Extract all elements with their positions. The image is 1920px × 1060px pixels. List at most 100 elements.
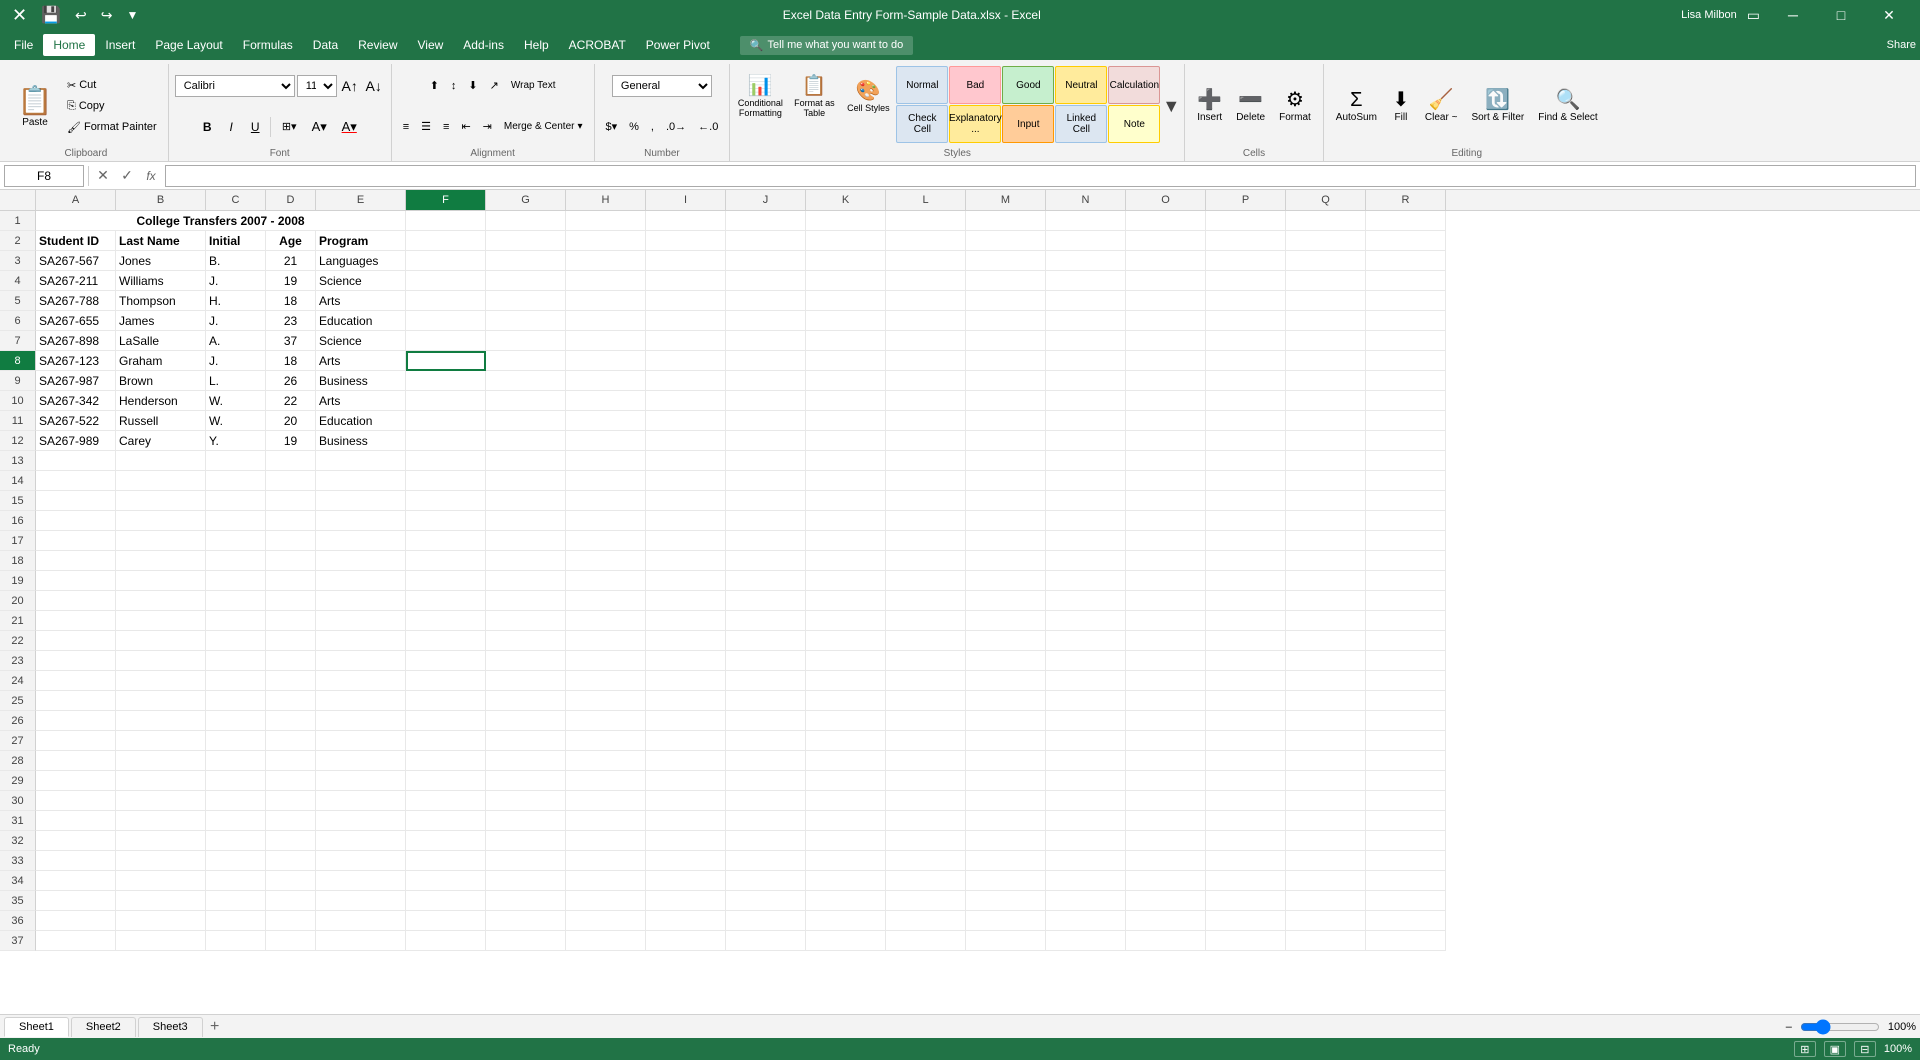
- cell-q34[interactable]: [1286, 871, 1366, 891]
- cell-f3[interactable]: [406, 251, 486, 271]
- cell-k3[interactable]: [806, 251, 886, 271]
- underline-button[interactable]: U: [244, 116, 266, 138]
- cell-i1[interactable]: [646, 211, 726, 231]
- cell-m33[interactable]: [966, 851, 1046, 871]
- cell-m28[interactable]: [966, 751, 1046, 771]
- cell-d22[interactable]: [266, 631, 316, 651]
- cell-d36[interactable]: [266, 911, 316, 931]
- col-header-d[interactable]: D: [266, 190, 316, 210]
- cell-r12[interactable]: [1366, 431, 1446, 451]
- cell-i14[interactable]: [646, 471, 726, 491]
- cell-c27[interactable]: [206, 731, 266, 751]
- cell-l28[interactable]: [886, 751, 966, 771]
- cell-d27[interactable]: [266, 731, 316, 751]
- cell-c22[interactable]: [206, 631, 266, 651]
- cell-j14[interactable]: [726, 471, 806, 491]
- style-neutral-button[interactable]: Neutral: [1055, 66, 1107, 104]
- cell-o25[interactable]: [1126, 691, 1206, 711]
- cell-g33[interactable]: [486, 851, 566, 871]
- cell-j28[interactable]: [726, 751, 806, 771]
- conditional-formatting-button[interactable]: 📊 Conditional Formatting: [734, 66, 786, 124]
- cell-h19[interactable]: [566, 571, 646, 591]
- cell-r27[interactable]: [1366, 731, 1446, 751]
- cell-o5[interactable]: [1126, 291, 1206, 311]
- style-good-button[interactable]: Good: [1002, 66, 1054, 104]
- cell-n15[interactable]: [1046, 491, 1126, 511]
- insert-button[interactable]: ➕ Insert: [1191, 80, 1228, 132]
- cell-i27[interactable]: [646, 731, 726, 751]
- cell-a18[interactable]: [36, 551, 116, 571]
- col-header-k[interactable]: K: [806, 190, 886, 210]
- cell-l3[interactable]: [886, 251, 966, 271]
- cell-m16[interactable]: [966, 511, 1046, 531]
- cell-i13[interactable]: [646, 451, 726, 471]
- col-header-i[interactable]: I: [646, 190, 726, 210]
- cell-l24[interactable]: [886, 671, 966, 691]
- cell-f34[interactable]: [406, 871, 486, 891]
- cell-m10[interactable]: [966, 391, 1046, 411]
- cell-d30[interactable]: [266, 791, 316, 811]
- cell-m14[interactable]: [966, 471, 1046, 491]
- cell-g6[interactable]: [486, 311, 566, 331]
- cell-p13[interactable]: [1206, 451, 1286, 471]
- cell-k32[interactable]: [806, 831, 886, 851]
- cell-q20[interactable]: [1286, 591, 1366, 611]
- cell-q21[interactable]: [1286, 611, 1366, 631]
- maximize-button[interactable]: □: [1818, 0, 1864, 30]
- cell-o30[interactable]: [1126, 791, 1206, 811]
- cell-k7[interactable]: [806, 331, 886, 351]
- cell-q23[interactable]: [1286, 651, 1366, 671]
- col-header-r[interactable]: R: [1366, 190, 1446, 210]
- cell-n33[interactable]: [1046, 851, 1126, 871]
- cell-p7[interactable]: [1206, 331, 1286, 351]
- row-num-36[interactable]: 36: [0, 911, 36, 931]
- cell-l23[interactable]: [886, 651, 966, 671]
- cell-n6[interactable]: [1046, 311, 1126, 331]
- cell-r14[interactable]: [1366, 471, 1446, 491]
- cell-i11[interactable]: [646, 411, 726, 431]
- cell-g20[interactable]: [486, 591, 566, 611]
- cell-l35[interactable]: [886, 891, 966, 911]
- cell-j23[interactable]: [726, 651, 806, 671]
- cell-d32[interactable]: [266, 831, 316, 851]
- cell-i34[interactable]: [646, 871, 726, 891]
- cell-k34[interactable]: [806, 871, 886, 891]
- cell-b2[interactable]: Last Name: [116, 231, 206, 251]
- cell-d25[interactable]: [266, 691, 316, 711]
- cell-m7[interactable]: [966, 331, 1046, 351]
- cell-e4[interactable]: Science: [316, 271, 406, 291]
- cell-j12[interactable]: [726, 431, 806, 451]
- cell-k36[interactable]: [806, 911, 886, 931]
- cell-a23[interactable]: [36, 651, 116, 671]
- cell-i19[interactable]: [646, 571, 726, 591]
- cell-r21[interactable]: [1366, 611, 1446, 631]
- undo-quick-btn[interactable]: ↩: [71, 7, 91, 24]
- cell-a31[interactable]: [36, 811, 116, 831]
- cell-o13[interactable]: [1126, 451, 1206, 471]
- cell-h24[interactable]: [566, 671, 646, 691]
- cell-i21[interactable]: [646, 611, 726, 631]
- cell-l37[interactable]: [886, 931, 966, 951]
- cell-f35[interactable]: [406, 891, 486, 911]
- cell-m17[interactable]: [966, 531, 1046, 551]
- menu-formulas[interactable]: Formulas: [233, 34, 303, 56]
- cell-i30[interactable]: [646, 791, 726, 811]
- menu-home[interactable]: Home: [43, 34, 95, 56]
- cell-h34[interactable]: [566, 871, 646, 891]
- cell-m21[interactable]: [966, 611, 1046, 631]
- cut-button[interactable]: ✂ Cut: [62, 75, 162, 95]
- row-num-34[interactable]: 34: [0, 871, 36, 891]
- cell-p6[interactable]: [1206, 311, 1286, 331]
- cell-k26[interactable]: [806, 711, 886, 731]
- cell-q31[interactable]: [1286, 811, 1366, 831]
- cell-a37[interactable]: [36, 931, 116, 951]
- cell-b37[interactable]: [116, 931, 206, 951]
- cell-f1[interactable]: [406, 211, 486, 231]
- cell-b8[interactable]: Graham: [116, 351, 206, 371]
- cell-i5[interactable]: [646, 291, 726, 311]
- wrap-text-button[interactable]: Wrap Text: [506, 76, 561, 96]
- cell-f16[interactable]: [406, 511, 486, 531]
- cell-f12[interactable]: [406, 431, 486, 451]
- cell-c37[interactable]: [206, 931, 266, 951]
- cell-c10[interactable]: W.: [206, 391, 266, 411]
